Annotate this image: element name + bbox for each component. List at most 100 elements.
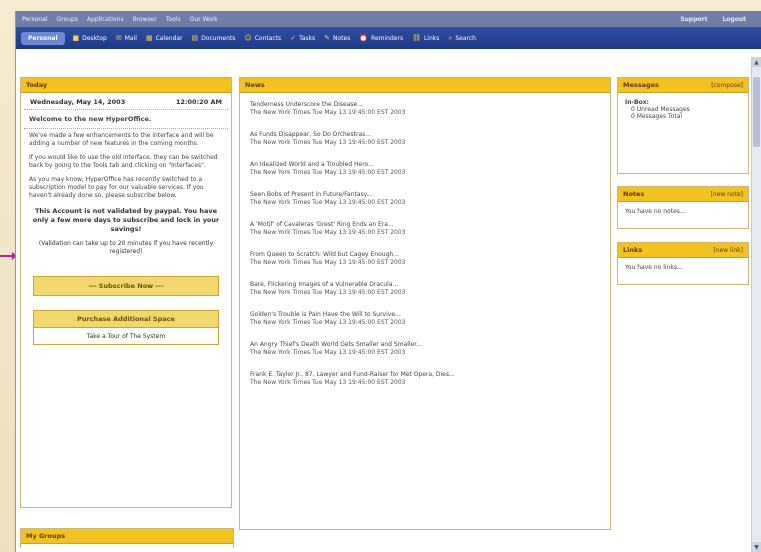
news-item[interactable]: Golden's Trouble is Pain Have the Will t… [250, 311, 600, 327]
scroll-down-icon[interactable]: ▼ [752, 542, 761, 552]
subscribe-now-button[interactable]: --- Subscribe Now --- [33, 276, 219, 296]
news-item[interactable]: Frank E. Taylor Jr., 87, Lawyer and Fund… [250, 371, 600, 387]
messages-body: In-Box: 0 Unread Messages 0 Messages Tot… [618, 93, 748, 126]
search-icon: ⌕ [448, 33, 453, 42]
my-groups-header[interactable]: My Groups [21, 529, 233, 544]
toolbar-tasks[interactable]: ✓ Tasks [290, 34, 315, 42]
news-item[interactable]: As Funds Disappear, So Do Orchestras... T… [250, 131, 600, 147]
news-item[interactable]: An Angry Thief's Death World Gets Smalle… [250, 341, 600, 357]
new-note-link[interactable]: [new note] [710, 191, 743, 198]
news-headline[interactable]: From Queen to Scratch: Wild but Cagey En… [250, 251, 600, 259]
today-panel: Today Wednesday, May 14, 2003 12:00:20 A… [20, 77, 232, 508]
my-groups-panel: My Groups [20, 528, 234, 548]
news-headline[interactable]: Frank E. Taylor Jr., 87, Lawyer and Fund… [250, 371, 600, 379]
total-count: 0 Messages Total [631, 113, 683, 120]
scroll-thumb[interactable] [753, 77, 760, 147]
news-list: Tenderness Underscore the Disease... The … [240, 93, 610, 409]
notes-header: Notes [new note] [618, 187, 748, 202]
logout-link[interactable]: Logout [722, 16, 746, 23]
browser-viewport: Personal Groups Applications Browser Too… [15, 11, 761, 552]
date-line: Wednesday, May 14, 2003 12:00:20 AM [24, 93, 228, 110]
calendar-icon: ▦ [145, 34, 153, 42]
notes-panel: Notes [new note] You have no notes... [617, 186, 749, 229]
news-headline[interactable]: As Funds Disappear, So Do Orchestras... [250, 131, 600, 139]
news-source: The New York Times Tue May 13 19:45:00 E… [250, 229, 406, 236]
validation-warning: This Account is not validated by paypal.… [32, 207, 220, 233]
subscription-paragraph: As you may know, HyperOffice has recentl… [29, 176, 204, 199]
take-tour-link[interactable]: Take a Tour of The System [33, 328, 219, 345]
toolbar-calendar[interactable]: ▦ Calendar [146, 34, 183, 42]
scroll-up-icon[interactable]: ▲ [752, 57, 761, 67]
news-source: The New York Times Tue May 13 19:45:00 E… [250, 109, 406, 116]
news-source: The New York Times Tue May 13 19:45:00 E… [250, 169, 406, 176]
contacts-icon: ☺ [244, 34, 252, 42]
news-source: The New York Times Tue May 13 19:45:00 E… [250, 289, 406, 296]
current-time: 12:00:20 AM [175, 98, 222, 106]
news-item[interactable]: Seen Bobs of Present in Future/Fantasy..… [250, 191, 600, 207]
news-item[interactable]: A 'Motif' of Cavaleras 'Grest' Ring Ends… [250, 221, 600, 237]
toolbar-search[interactable]: ⌕ Search [448, 34, 476, 43]
links-header: Links [new link] [618, 243, 748, 258]
tab-personal[interactable]: Personal [21, 31, 65, 45]
news-source: The New York Times Tue May 13 19:45:00 E… [250, 199, 406, 206]
pointer-arrow-icon [0, 252, 17, 260]
toolbar-contacts[interactable]: ☺ Contacts [244, 34, 281, 42]
menu-item-applications[interactable]: Applications [87, 16, 124, 23]
menu-item-groups[interactable]: Groups [57, 16, 78, 23]
documents-icon: ▤ [191, 34, 199, 42]
toolbar-links[interactable]: ⛓ Links [412, 34, 439, 42]
intro-paragraph: We've made a few enhancements to the int… [29, 132, 214, 147]
news-header: News [240, 78, 610, 93]
desktop-icon: ■ [72, 34, 80, 42]
news-headline[interactable]: A 'Motif' of Cavaleras 'Grest' Ring Ends… [250, 221, 600, 229]
news-headline[interactable]: Golden's Trouble is Pain Have the Will t… [250, 311, 600, 319]
toolbar-documents[interactable]: ▤ Documents [192, 34, 236, 42]
news-source: The New York Times Tue May 13 19:45:00 E… [250, 139, 406, 146]
menu-item-browser[interactable]: Browser [133, 16, 157, 23]
news-item[interactable]: Tenderness Underscore the Disease... The … [250, 101, 600, 117]
news-item[interactable]: From Queen to Scratch: Wild but Cagey En… [250, 251, 600, 267]
news-headline[interactable]: Bare, Flickering Images of a Vulnerable … [250, 281, 600, 289]
menu-item-our-work[interactable]: Our Work [190, 16, 218, 23]
news-headline[interactable]: An Angry Thief's Death World Gets Smalle… [250, 341, 600, 349]
page-background: Personal Groups Applications Browser Too… [0, 0, 761, 552]
toolbar-reminders[interactable]: ⏰ Reminders [359, 34, 403, 42]
today-header: Today [21, 78, 231, 93]
top-menu-bar: Personal Groups Applications Browser Too… [16, 11, 761, 27]
support-link[interactable]: Support [680, 16, 707, 23]
validation-note: (Validation can take up to 20 minutes if… [38, 240, 214, 255]
messages-panel: Messages [compose] In-Box: 0 Unread Mess… [617, 77, 749, 174]
vertical-scrollbar[interactable]: ▲ ▼ [751, 57, 761, 552]
toolbar-mail[interactable]: ✉ Mail [116, 34, 137, 42]
news-source: The New York Times Tue May 13 19:45:00 E… [250, 319, 406, 326]
inbox-link[interactable]: In-Box: [625, 99, 741, 106]
news-source: The New York Times Tue May 13 19:45:00 E… [250, 259, 406, 266]
menu-item-personal[interactable]: Personal [22, 16, 48, 23]
app-toolbar: Personal ■ Desktop ✉ Mail ▦ Calendar ▤ Docum… [16, 27, 761, 49]
notes-empty-text: You have no notes... [625, 208, 686, 215]
links-panel: Links [new link] You have no links... [617, 242, 749, 285]
menu-item-tools[interactable]: Tools [166, 16, 181, 23]
current-date: Wednesday, May 14, 2003 [30, 98, 126, 106]
news-item[interactable]: Bare, Flickering Images of a Vulnerable … [250, 281, 600, 297]
news-headline[interactable]: Seen Bobs of Present in Future/Fantasy..… [250, 191, 600, 199]
tasks-icon: ✓ [290, 34, 297, 42]
reminders-icon: ⏰ [359, 34, 369, 42]
compose-link[interactable]: [compose] [711, 82, 743, 89]
links-icon: ⛓ [412, 34, 421, 42]
links-empty-text: You have no links... [625, 264, 683, 271]
news-panel: News Tenderness Underscore the Disease..… [239, 77, 611, 530]
new-link-link[interactable]: [new link] [713, 247, 743, 254]
news-source: The New York Times Tue May 13 19:45:00 E… [250, 349, 406, 356]
news-source: The New York Times Tue May 13 19:45:00 E… [250, 379, 406, 386]
interface-paragraph: If you would like to use the old interfa… [29, 154, 218, 169]
news-headline[interactable]: An Idealized World and a Troubled Hero..… [250, 161, 600, 169]
unread-count: 0 Unread Messages [631, 106, 690, 113]
notes-icon: ✎ [324, 34, 331, 42]
purchase-space-button[interactable]: Purchase Additional Space [33, 310, 219, 328]
news-item[interactable]: An Idealized World and a Troubled Hero..… [250, 161, 600, 177]
news-headline[interactable]: Tenderness Underscore the Disease... [250, 101, 600, 109]
toolbar-notes[interactable]: ✎ Notes [324, 34, 350, 42]
messages-header: Messages [compose] [618, 78, 748, 93]
toolbar-desktop[interactable]: ■ Desktop [73, 34, 107, 42]
